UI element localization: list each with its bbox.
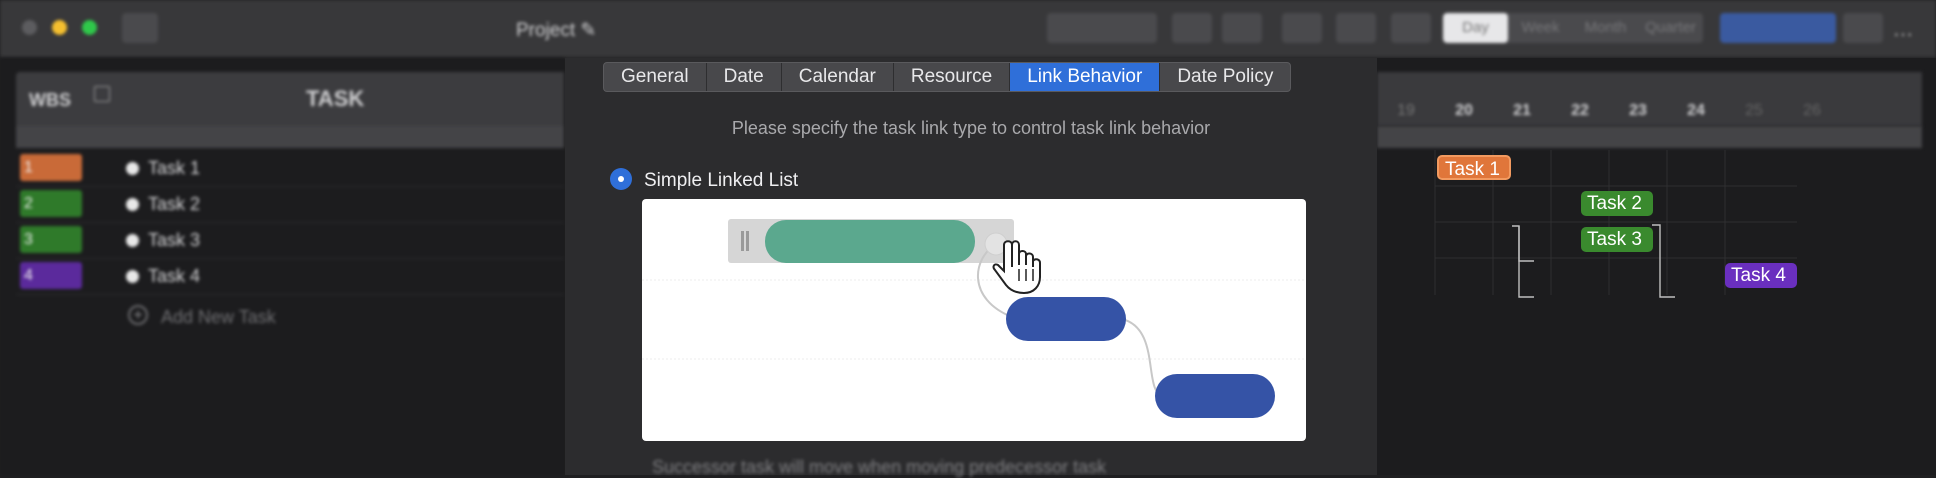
- view-segment-week[interactable]: Week: [1508, 13, 1573, 43]
- wbs-cell: 4: [20, 262, 82, 289]
- wbs-cell: 1: [20, 154, 82, 181]
- close-window-button[interactable]: [22, 20, 37, 35]
- table-row[interactable]: 3 Task 3: [16, 222, 564, 259]
- link-behavior-preview: [642, 199, 1306, 441]
- task-name[interactable]: Task 2: [148, 194, 200, 215]
- radio-selected-indicator: [618, 176, 624, 182]
- date-label: 24: [1687, 102, 1705, 119]
- tab-date-policy[interactable]: Date Policy: [1160, 63, 1290, 91]
- timeline-dates: 19 20 21 22 23 24 25 26: [1377, 102, 1922, 126]
- toolbar-button-3[interactable]: [1282, 13, 1322, 43]
- zoom-window-button[interactable]: [82, 20, 97, 35]
- select-all-checkbox[interactable]: [94, 86, 110, 102]
- timeline-subheader: [1377, 126, 1922, 148]
- title-bar: Project ✎ Day Week Month Quarter ⋯: [0, 0, 1936, 58]
- toolbar-button-4[interactable]: [1336, 13, 1376, 43]
- wbs-cell: 2: [20, 190, 82, 217]
- date-label: 19: [1397, 102, 1415, 119]
- preview-bar-successor-1: [1006, 297, 1126, 341]
- gantt-bar-task-4[interactable]: Task 4: [1725, 263, 1797, 288]
- view-segment-quarter[interactable]: Quarter: [1638, 13, 1703, 43]
- tab-link-behavior[interactable]: Link Behavior: [1010, 63, 1161, 91]
- grid-subheader: [16, 126, 564, 148]
- date-label: 26: [1803, 102, 1821, 119]
- gantt-bar-task-3[interactable]: Task 3: [1581, 227, 1653, 252]
- drag-handle-left: [741, 231, 744, 251]
- table-row[interactable]: 2 Task 2: [16, 186, 564, 223]
- task-bullet-icon: [126, 162, 139, 175]
- toolbar-button-group-1[interactable]: [1047, 13, 1157, 43]
- toolbar-button-1[interactable]: [1172, 13, 1212, 43]
- date-label: 25: [1745, 102, 1763, 119]
- wbs-header: WBS: [29, 90, 71, 110]
- task-name[interactable]: Task 1: [148, 158, 200, 179]
- gantt-timeline: 19 20 21 22 23 24 25 26 Task 1 Task 2 Ta…: [1377, 58, 1936, 475]
- gantt-bar-task-2[interactable]: Task 2: [1581, 191, 1653, 216]
- tab-calendar[interactable]: Calendar: [782, 63, 894, 91]
- task-settings-dialog: General Date Calendar Resource Link Beha…: [565, 58, 1377, 477]
- toolbar-button-6[interactable]: [1843, 13, 1883, 43]
- toolbar-button-group-2[interactable]: [1720, 13, 1836, 43]
- tab-general[interactable]: General: [604, 63, 707, 91]
- preview-bar-successor-2: [1155, 374, 1275, 418]
- task-name[interactable]: Task 3: [148, 230, 200, 251]
- table-row[interactable]: 4 Task 4: [16, 258, 564, 295]
- task-header: TASK: [306, 86, 365, 111]
- toolbar-button-5[interactable]: [1391, 13, 1431, 43]
- gantt-bar-task-1[interactable]: Task 1: [1437, 155, 1511, 180]
- preview-bar-predecessor: [765, 220, 975, 263]
- dialog-tabs: General Date Calendar Resource Link Beha…: [603, 62, 1292, 92]
- date-label: 22: [1571, 102, 1589, 119]
- view-segment-day[interactable]: Day: [1443, 13, 1508, 43]
- drag-handle-left: [746, 231, 749, 251]
- add-icon[interactable]: +: [128, 305, 148, 325]
- add-new-task-button[interactable]: Add New Task: [161, 307, 276, 328]
- toolbar-button-2[interactable]: [1222, 13, 1262, 43]
- pencil-icon[interactable]: ✎: [580, 20, 596, 41]
- view-segmented-control[interactable]: Day Week Month Quarter: [1443, 13, 1703, 43]
- task-name[interactable]: Task 4: [148, 266, 200, 287]
- grid-header: WBS TASK: [16, 72, 564, 126]
- window-title: Project ✎: [516, 20, 597, 41]
- wbs-cell: 3: [20, 226, 82, 253]
- task-bullet-icon: [126, 198, 139, 211]
- simple-linked-list-label[interactable]: Simple Linked List: [644, 170, 798, 192]
- table-row[interactable]: 1 Task 1: [16, 150, 564, 187]
- link-line: [1121, 318, 1165, 397]
- minimize-window-button[interactable]: [52, 20, 67, 35]
- task-bullet-icon: [126, 234, 139, 247]
- preview-illustration: [642, 219, 1306, 418]
- task-grid: WBS TASK 1 Task 1 2 Task 2 3 Task 3 4 Ta…: [0, 58, 565, 475]
- instruction-text: Please specify the task link type to con…: [731, 118, 1211, 138]
- simple-linked-list-radio[interactable]: [610, 168, 632, 190]
- more-icon[interactable]: ⋯: [1893, 22, 1913, 47]
- view-segment-month[interactable]: Month: [1573, 13, 1638, 43]
- date-label: 23: [1629, 102, 1647, 119]
- task-bullet-icon: [126, 270, 139, 283]
- date-label: 20: [1455, 102, 1473, 119]
- date-label: 21: [1513, 102, 1531, 119]
- sidebar-toggle-button[interactable]: [122, 13, 158, 43]
- tab-resource[interactable]: Resource: [894, 63, 1011, 91]
- tab-date[interactable]: Date: [707, 63, 782, 91]
